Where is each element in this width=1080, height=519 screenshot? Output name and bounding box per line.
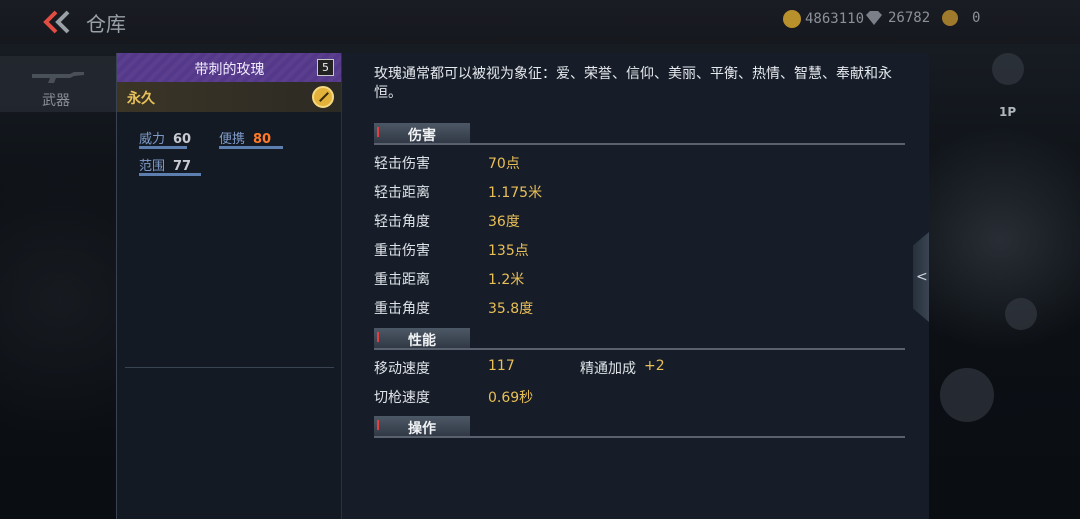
stat-portability-label: 便携 (219, 132, 246, 147)
stat-row-label: 轻击伤害 (374, 156, 430, 172)
stat-row-move-speed: 移动速度 117 精通加成 +2 (374, 358, 874, 378)
duration-label: 永久 (127, 91, 155, 107)
voucher-amount: 0 (972, 10, 981, 26)
gold-coin-icon (783, 10, 801, 28)
stat-row-value: 35.8度 (488, 301, 534, 317)
mastery-bonus-value: +2 (644, 358, 665, 374)
weapon-description: 玫瑰通常都可以被视为象征：爱、荣誉、信仰、美丽、平衡、热情、智慧、奉献和永恒。 (374, 66, 892, 101)
stat-range: 范围 77 (139, 155, 201, 176)
rifle-icon (32, 72, 84, 83)
stat-portability-value: 80 (253, 132, 272, 147)
card-divider (125, 367, 334, 368)
stat-power-bar (139, 146, 187, 149)
section-performance-title: 性能 (408, 333, 436, 349)
top-bar: 仓库 4863110 26782 0 (0, 0, 1080, 44)
view-toggle-label[interactable]: 1P (999, 105, 1016, 119)
mastery-bonus-label: 精通加成 (580, 361, 636, 377)
diamond-currency: 26782 (864, 10, 930, 26)
move-speed-value: 117 (488, 358, 515, 374)
back-button[interactable] (40, 8, 74, 36)
stat-row-switch-speed: 切枪速度 0.69秒 (374, 387, 874, 407)
stat-row: 重击角度 35.8度 (374, 298, 874, 318)
stat-portability-bar (219, 146, 283, 149)
section-damage-header: 伤害 (374, 123, 905, 145)
crosshair-button[interactable] (992, 53, 1024, 85)
voucher-currency: 0 (942, 10, 980, 26)
melee-button[interactable] (940, 368, 994, 422)
gold-currency: 4863110 (783, 10, 864, 28)
stat-row-value: 36度 (488, 214, 520, 230)
jump-button[interactable] (1005, 298, 1037, 330)
weapon-info-panel: 玫瑰通常都可以被视为象征：爱、荣誉、信仰、美丽、平衡、热情、智慧、奉献和永恒。 … (341, 53, 929, 519)
stat-row: 重击距离 1.2米 (374, 269, 874, 289)
switch-speed-value: 0.69秒 (488, 390, 534, 406)
stat-range-label: 范围 (139, 159, 166, 174)
diamond-amount: 26782 (888, 10, 931, 26)
stat-range-bar (139, 173, 201, 176)
weapon-card: 带刺的玫瑰 5 永久 威力 60 便携 80 范围 77 (116, 53, 342, 519)
voucher-icon (942, 10, 958, 26)
stat-row-label: 重击伤害 (374, 243, 430, 259)
gold-amount: 4863110 (805, 11, 865, 27)
stat-row: 轻击角度 36度 (374, 211, 874, 231)
stat-power-value: 60 (173, 132, 192, 147)
move-speed-label: 移动速度 (374, 361, 430, 377)
stat-power: 威力 60 (139, 128, 192, 149)
permanent-icon (312, 86, 334, 108)
diamond-icon (866, 11, 882, 25)
weapon-level-badge: 5 (317, 59, 334, 76)
section-operation-title: 操作 (408, 421, 436, 437)
tab-weapons[interactable]: 武器 (0, 56, 116, 112)
tab-weapons-label: 武器 (42, 93, 70, 109)
stat-row-value: 1.2米 (488, 272, 525, 288)
double-chevron-left-icon (43, 10, 70, 34)
switch-speed-label: 切枪速度 (374, 390, 430, 406)
chevron-left-icon: < (916, 269, 928, 285)
stat-row-value: 1.175米 (488, 185, 543, 201)
stat-row-label: 轻击角度 (374, 214, 430, 230)
stat-row: 轻击伤害 70点 (374, 153, 874, 173)
stat-row: 重击伤害 135点 (374, 240, 874, 260)
section-damage-title: 伤害 (408, 128, 436, 144)
section-operation-header: 操作 (374, 416, 905, 438)
stat-row: 轻击距离 1.175米 (374, 182, 874, 202)
stat-row-value: 135点 (488, 243, 529, 259)
stat-row-value: 70点 (488, 156, 520, 172)
stat-row-label: 重击角度 (374, 301, 430, 317)
section-performance-header: 性能 (374, 328, 905, 350)
collapse-panel-button[interactable]: < (913, 232, 929, 322)
stat-power-label: 威力 (139, 132, 166, 147)
page-title: 仓库 (86, 12, 126, 36)
stat-row-label: 重击距离 (374, 272, 430, 288)
stat-range-value: 77 (173, 159, 192, 174)
weapon-name: 带刺的玫瑰 (194, 62, 265, 78)
stat-row-label: 轻击距离 (374, 185, 430, 201)
duration-row: 永久 (117, 82, 342, 112)
stat-portability: 便携 80 (219, 128, 283, 149)
weapon-card-header: 带刺的玫瑰 5 (117, 53, 342, 82)
